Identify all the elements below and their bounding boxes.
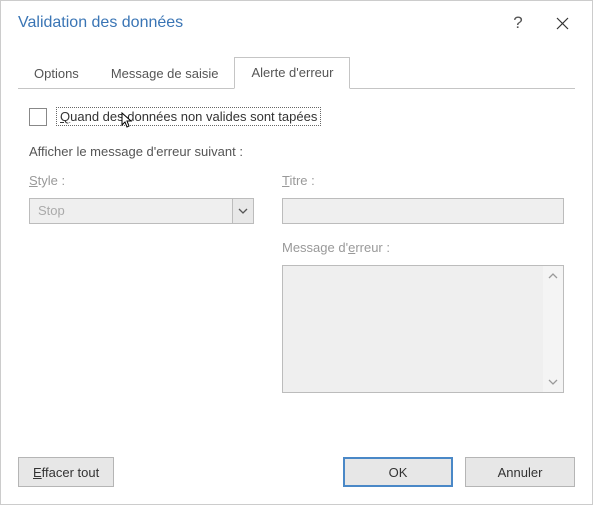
titlebar: Validation des données ? bbox=[1, 1, 592, 45]
tab-content: Quand des données non valides sont tapée… bbox=[1, 89, 592, 443]
chevron-down-icon bbox=[548, 379, 558, 385]
dialog-footer: Effacer tout OK Annuler bbox=[1, 443, 592, 504]
textarea-scrollbar[interactable] bbox=[543, 266, 563, 392]
right-column: Titre : Message d'erreur : bbox=[282, 173, 564, 393]
help-button[interactable]: ? bbox=[496, 1, 540, 45]
style-select[interactable]: Stop bbox=[29, 198, 254, 224]
chevron-down-icon bbox=[238, 208, 248, 214]
show-error-section-label: Afficher le message d'erreur suivant : bbox=[29, 144, 564, 159]
error-message-label: Message d'erreur : bbox=[282, 240, 564, 255]
data-validation-dialog: Validation des données ? Options Message… bbox=[0, 0, 593, 505]
clear-all-button[interactable]: Effacer tout bbox=[18, 457, 114, 487]
tab-error-alert[interactable]: Alerte d'erreur bbox=[234, 57, 350, 89]
scroll-up-button[interactable] bbox=[543, 266, 563, 286]
tab-bar: Options Message de saisie Alerte d'erreu… bbox=[18, 57, 575, 89]
close-button[interactable] bbox=[540, 1, 584, 45]
scroll-down-button[interactable] bbox=[543, 372, 563, 392]
error-message-group: Message d'erreur : bbox=[282, 240, 564, 393]
chevron-up-icon bbox=[548, 273, 558, 279]
show-alert-checkbox[interactable] bbox=[29, 108, 47, 126]
form-grid: Style : Stop Titre : bbox=[29, 173, 564, 393]
style-select-button[interactable] bbox=[232, 198, 254, 224]
dialog-title: Validation des données bbox=[18, 14, 496, 32]
cancel-button[interactable]: Annuler bbox=[465, 457, 575, 487]
tab-input-message[interactable]: Message de saisie bbox=[95, 59, 235, 89]
style-column: Style : Stop bbox=[29, 173, 262, 393]
title-label: Titre : bbox=[282, 173, 564, 188]
close-icon bbox=[556, 17, 569, 30]
show-alert-checkbox-label[interactable]: Quand des données non valides sont tapée… bbox=[56, 107, 321, 126]
style-label: Style : bbox=[29, 173, 262, 188]
ok-button[interactable]: OK bbox=[343, 457, 453, 487]
title-input[interactable] bbox=[282, 198, 564, 224]
show-alert-checkbox-row: Quand des données non valides sont tapée… bbox=[29, 107, 564, 126]
style-select-value: Stop bbox=[29, 198, 232, 224]
tab-options[interactable]: Options bbox=[18, 59, 95, 89]
error-message-textarea[interactable] bbox=[282, 265, 564, 393]
